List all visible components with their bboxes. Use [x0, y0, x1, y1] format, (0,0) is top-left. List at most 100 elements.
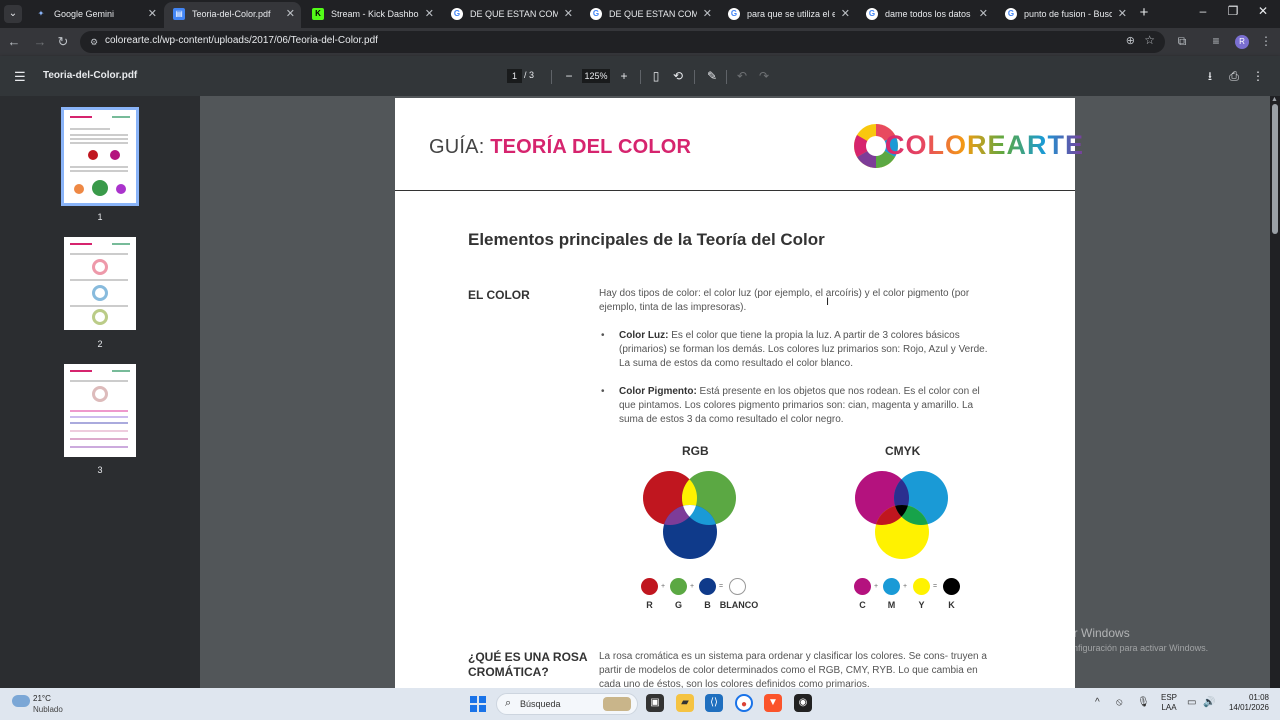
- zoom-level-input[interactable]: 125%: [582, 69, 610, 83]
- cmyk-label-c: C: [859, 600, 866, 610]
- guide-header: GUÍA: TEORÍA DEL COLOR: [429, 136, 691, 159]
- minimize-button[interactable]: –: [1194, 4, 1212, 18]
- page-number-input[interactable]: 1: [507, 69, 522, 83]
- download-icon[interactable]: ⭳: [1202, 68, 1218, 84]
- fit-page-icon[interactable]: ▯: [648, 68, 664, 84]
- more-actions-icon[interactable]: ⋮: [1250, 68, 1266, 84]
- guide-prefix: GUÍA:: [429, 136, 491, 158]
- text-cursor-icon: I: [826, 296, 830, 308]
- redo-icon[interactable]: ↷: [756, 68, 772, 84]
- activate-windows-title: Activar Windows: [1041, 626, 1130, 640]
- search-placeholder: Búsqueda: [520, 699, 561, 709]
- annotate-icon[interactable]: ✎: [704, 68, 720, 84]
- main-heading: Elementos principales de la Teoría del C…: [468, 230, 825, 249]
- tab-google-search-2[interactable]: G DE QUE ESTAN COMPUES ✕: [581, 2, 718, 28]
- site-info-icon[interactable]: ⚙: [88, 36, 100, 48]
- close-icon[interactable]: ✕: [286, 2, 295, 26]
- media-control-icon[interactable]: ≡: [1208, 34, 1224, 48]
- equals-sign: =: [719, 583, 724, 590]
- tray-expand-icon[interactable]: ^: [1095, 697, 1100, 708]
- scrollbar-thumb[interactable]: [1272, 104, 1278, 234]
- zoom-icon[interactable]: ⊕: [1126, 34, 1135, 47]
- task-view-icon[interactable]: ▣: [646, 694, 664, 712]
- tab-label: para que se utiliza el elem: [747, 9, 835, 19]
- cmyk-label-k: K: [948, 600, 955, 610]
- tab-search-button[interactable]: ⌄: [4, 5, 22, 23]
- rgb-venn-diagram: [643, 471, 736, 559]
- tab-label: DE QUE ESTAN COMPUES: [470, 9, 558, 19]
- bookmark-star-icon[interactable]: ☆: [1144, 33, 1155, 47]
- cloud-icon[interactable]: [12, 695, 30, 707]
- file-explorer-icon[interactable]: ▰: [676, 694, 694, 712]
- lang-line2: LAA: [1161, 703, 1177, 712]
- zoom-in-icon[interactable]: +: [616, 68, 632, 84]
- weather-condition[interactable]: Nublado: [33, 705, 63, 714]
- print-icon[interactable]: ⎙: [1226, 68, 1242, 84]
- thumbnail-page-2[interactable]: [64, 237, 136, 330]
- tab-teoria-del-color[interactable]: ▤ Teoria-del-Color.pdf ✕: [164, 2, 301, 28]
- undo-icon[interactable]: ↶: [734, 68, 750, 84]
- window-close-button[interactable]: ✕: [1254, 4, 1272, 18]
- tab-kick-dashboard[interactable]: K Stream - Kick Dashboard ✕: [303, 2, 440, 28]
- url-text[interactable]: colorearte.cl/wp-content/uploads/2017/06…: [105, 35, 378, 46]
- extensions-icon[interactable]: ⧉: [1174, 34, 1190, 49]
- tab-google-search-5[interactable]: G punto de fusion - Buscar ✕: [996, 2, 1133, 28]
- microphone-icon[interactable]: 🎙: [1137, 697, 1150, 708]
- close-icon[interactable]: ✕: [841, 2, 850, 26]
- restore-button[interactable]: ❐: [1224, 4, 1242, 18]
- plus-sign: +: [690, 583, 695, 590]
- rgb-label-b: B: [704, 600, 711, 610]
- google-icon: G: [451, 8, 463, 20]
- swatch-red: [641, 578, 658, 595]
- taskbar-search-box[interactable]: ⌕ Búsqueda: [496, 693, 638, 715]
- rotate-icon[interactable]: ⟲: [670, 68, 686, 84]
- close-icon[interactable]: ✕: [564, 2, 573, 26]
- toolbar-divider: [640, 70, 641, 84]
- thumbnail-page-1[interactable]: [61, 107, 139, 206]
- plus-sign: +: [661, 583, 666, 590]
- vscode-icon[interactable]: ⟨⟩: [705, 694, 723, 712]
- system-clock[interactable]: 01:08 14/01/2026: [1225, 693, 1269, 713]
- reload-icon[interactable]: ↻: [55, 34, 71, 50]
- google-icon: G: [1005, 8, 1017, 20]
- weather-temperature[interactable]: 21°C: [33, 694, 51, 703]
- vertical-scrollbar[interactable]: ▲: [1270, 96, 1280, 688]
- clock-date: 14/01/2026: [1228, 703, 1269, 712]
- tab-google-gemini[interactable]: ✦ Google Gemini ✕: [26, 2, 163, 28]
- back-icon[interactable]: ←: [6, 34, 22, 50]
- menu-dots-icon[interactable]: ⋮: [1258, 34, 1274, 48]
- close-icon[interactable]: ✕: [1118, 2, 1127, 26]
- forward-icon[interactable]: →: [32, 34, 48, 50]
- close-icon[interactable]: ✕: [703, 2, 712, 26]
- guide-title: TEORÍA DEL COLOR: [490, 136, 692, 158]
- cmyk-title: CMYK: [885, 444, 921, 458]
- search-highlight-image: [603, 697, 631, 711]
- kick-icon: K: [312, 8, 324, 20]
- scroll-up-icon[interactable]: ▲: [1271, 96, 1278, 103]
- address-bar[interactable]: ⚙ colorearte.cl/wp-content/uploads/2017/…: [80, 31, 1165, 53]
- close-icon[interactable]: ✕: [425, 2, 434, 26]
- tab-google-search-1[interactable]: G DE QUE ESTAN COMPUES ✕: [442, 2, 579, 28]
- tab-google-search-4[interactable]: G dame todos los datos del ✕: [857, 2, 994, 28]
- network-icon[interactable]: ⦸: [1116, 697, 1123, 708]
- new-tab-button[interactable]: +: [1136, 5, 1152, 21]
- language-indicator[interactable]: ESP LAA: [1161, 693, 1177, 713]
- chrome-icon[interactable]: ●: [735, 694, 753, 712]
- close-icon[interactable]: ✕: [979, 2, 988, 26]
- sidebar-toggle-icon[interactable]: ☰: [14, 69, 26, 85]
- swatch-cyan: [883, 578, 900, 595]
- thumbnail-page-3[interactable]: [64, 364, 136, 457]
- tab-google-search-3[interactable]: G para que se utiliza el elem ✕: [719, 2, 856, 28]
- profile-avatar[interactable]: R: [1235, 35, 1249, 49]
- windows-start-icon[interactable]: [470, 696, 486, 712]
- section-el-color-label: EL COLOR: [468, 288, 530, 302]
- display-icon[interactable]: ▭: [1187, 697, 1196, 708]
- thumbnail-sidebar: 1 2 3: [0, 96, 200, 688]
- header-divider: [395, 190, 1075, 191]
- brave-icon[interactable]: ▼: [764, 694, 782, 712]
- volume-icon[interactable]: 🔊: [1203, 697, 1215, 708]
- close-icon[interactable]: ✕: [148, 2, 157, 26]
- app-icon[interactable]: ◉: [794, 694, 812, 712]
- bullet-color-pigmento: • Color Pigmento: Está presente en los o…: [601, 386, 980, 425]
- zoom-out-icon[interactable]: −: [561, 68, 577, 84]
